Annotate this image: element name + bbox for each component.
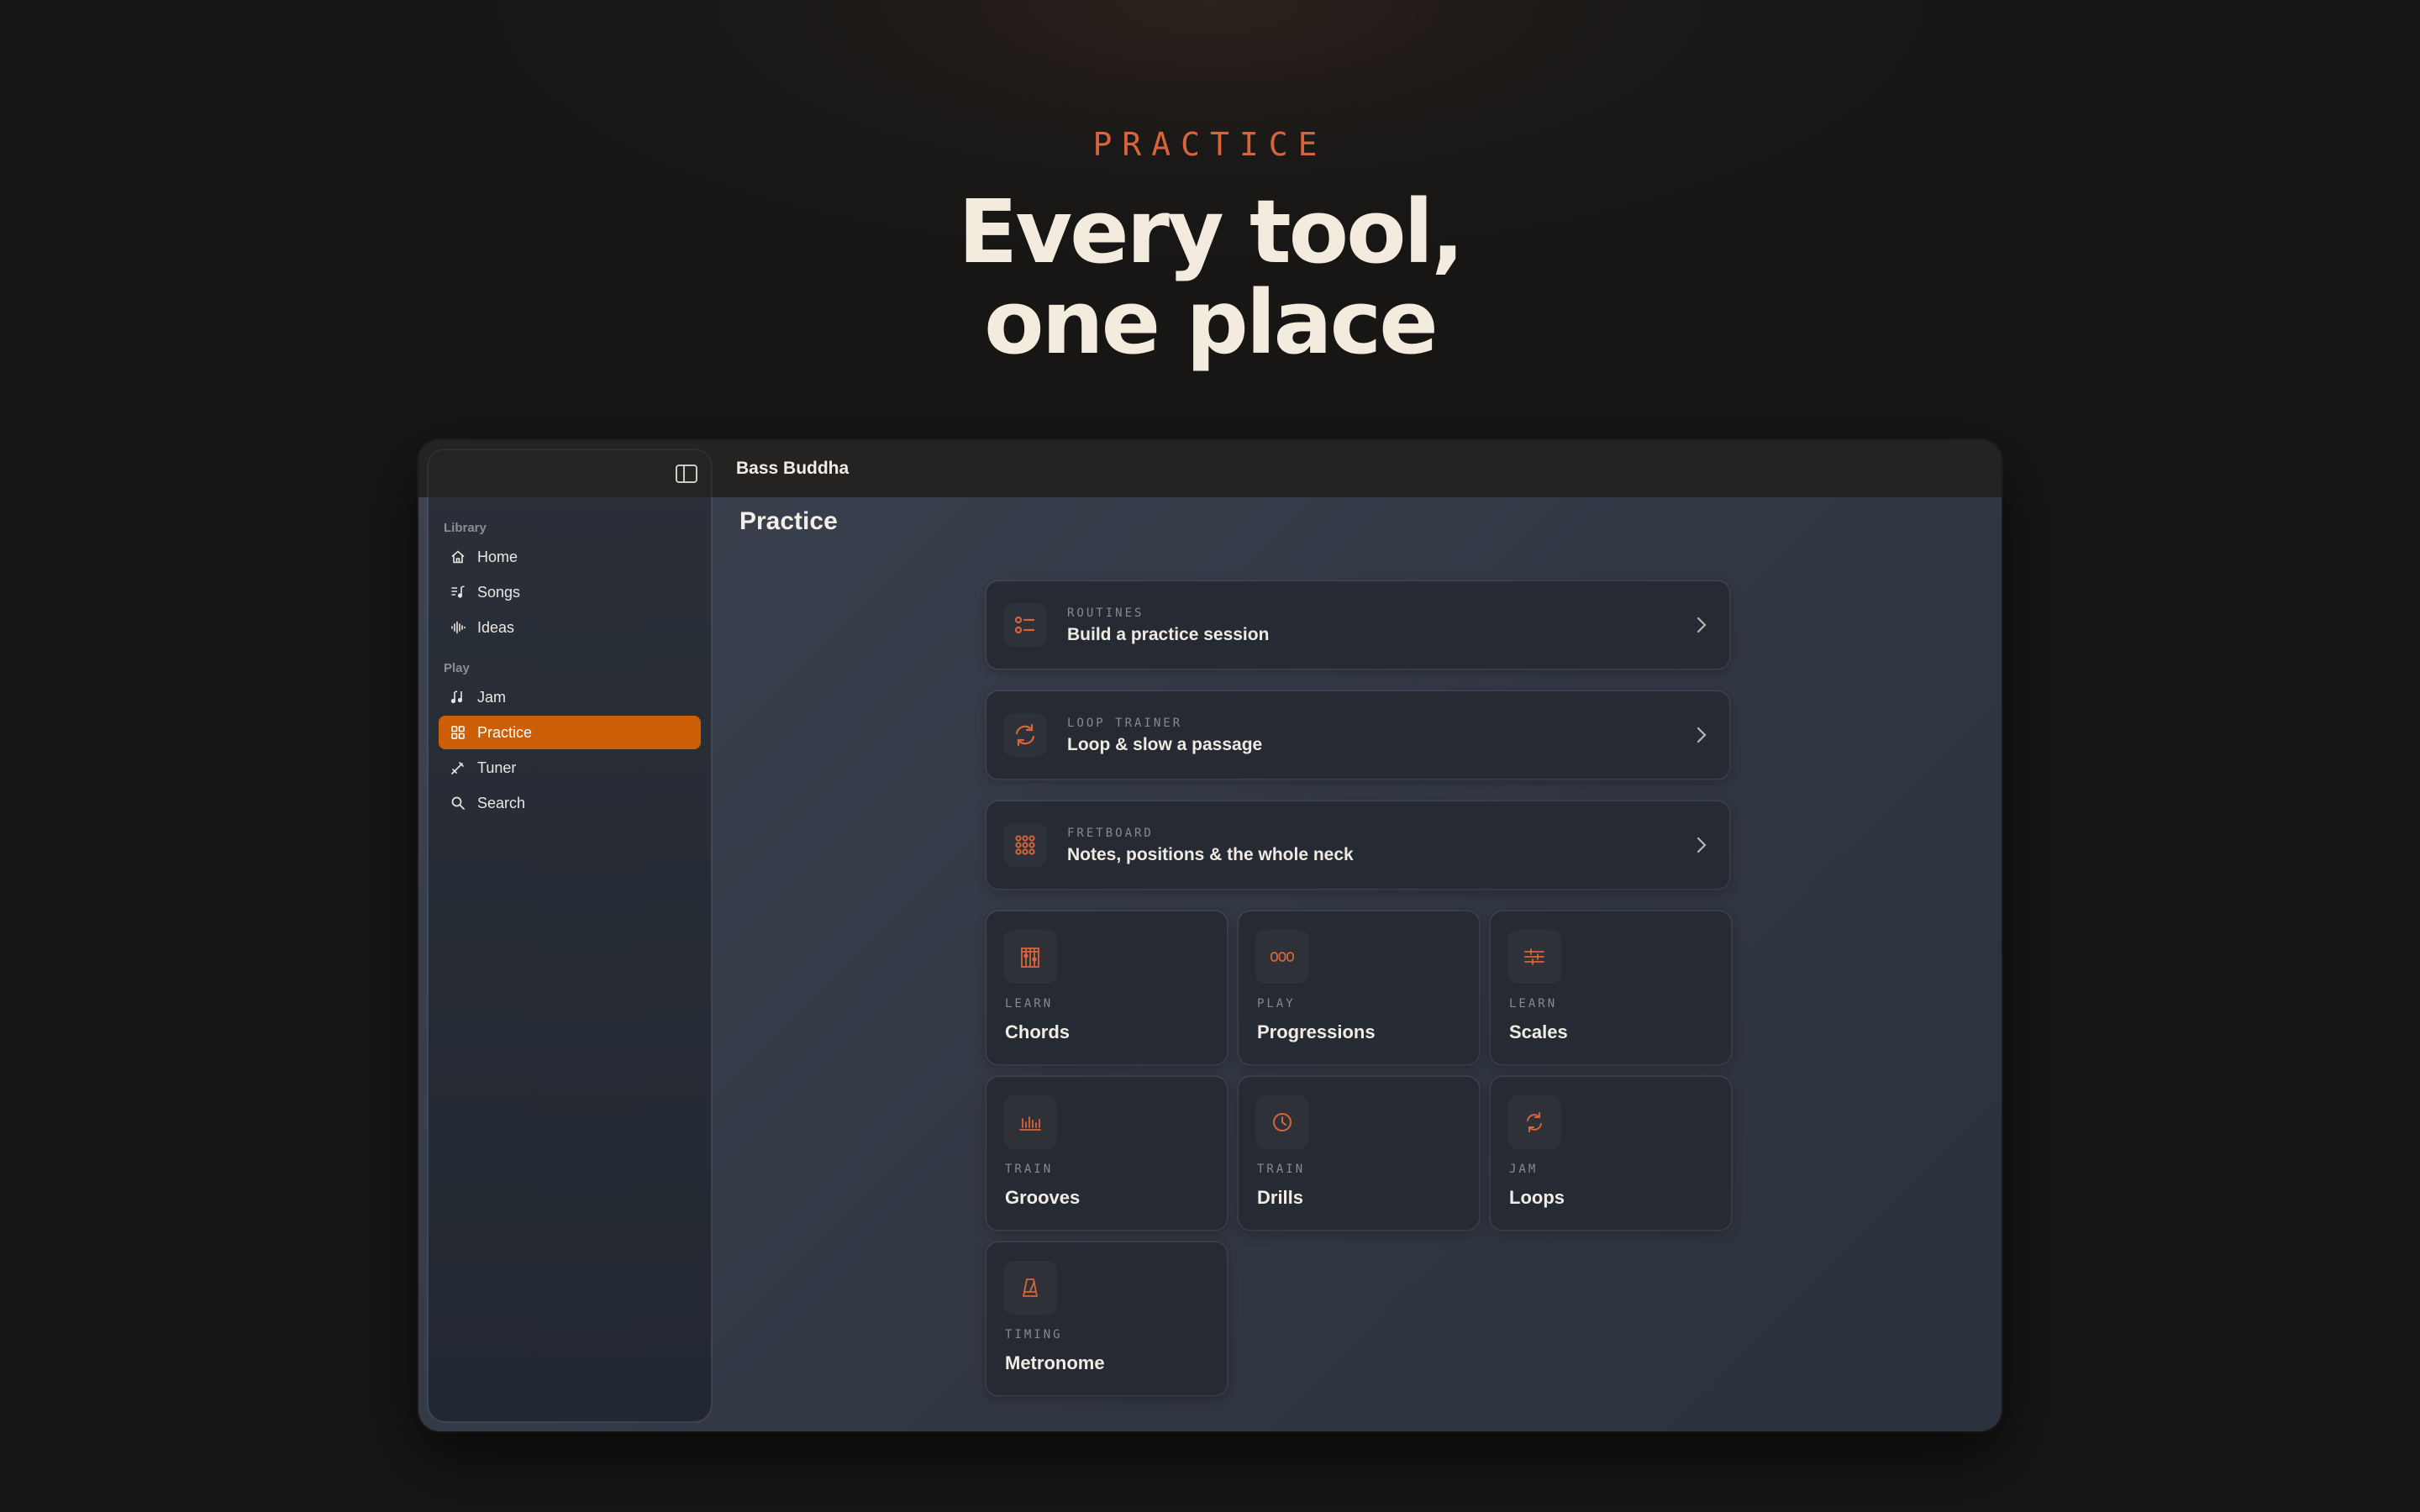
sidebar-item-home[interactable]: Home	[439, 540, 701, 574]
sidebar-item-label: Jam	[477, 688, 507, 706]
tile-chords[interactable]: LEARN Chords	[986, 911, 1227, 1064]
sidebar-header	[429, 450, 711, 497]
fretboard-grid-icon	[1003, 823, 1047, 867]
sidebar-item-search[interactable]: Search	[439, 786, 701, 820]
tile-scales[interactable]: LEARN Scales	[1491, 911, 1731, 1064]
sidebar-item-jam[interactable]: Jam	[439, 680, 701, 714]
sidebar-item-label: Tuner	[477, 759, 517, 776]
card-title: Notes, positions & the whole neck	[1067, 845, 1354, 864]
hero-headline: Every tool, one place	[0, 186, 2420, 368]
songs-icon	[450, 585, 466, 600]
chevron-right-icon	[1692, 723, 1711, 747]
search-icon	[450, 795, 466, 811]
sidebar-item-label: Songs	[477, 583, 521, 601]
hero-headline-line-1: Every tool,	[958, 181, 1464, 283]
tile-drills[interactable]: TRAIN Drills	[1239, 1077, 1479, 1230]
section-label-play: Play	[444, 661, 470, 675]
loop-icon	[1003, 713, 1047, 757]
section-label-library: Library	[444, 521, 487, 535]
clock-icon	[1255, 1095, 1309, 1149]
checklist-icon	[1003, 603, 1047, 647]
sidebar-item-tuner[interactable]: Tuner	[439, 751, 701, 785]
card-title: Build a practice session	[1067, 625, 1270, 644]
app-window: Bass Buddha Library Home Songs Ideas Pla…	[418, 440, 2002, 1431]
card-kicker: ROUTINES	[1067, 606, 1144, 620]
card-kicker: FRETBOARD	[1067, 827, 1154, 840]
tile-title: Drills	[1257, 1187, 1304, 1208]
progression-icon	[1255, 930, 1309, 984]
tile-kicker: PLAY	[1257, 997, 1296, 1011]
hero-eyebrow: PRACTICE	[1092, 126, 1328, 163]
tuner-icon	[450, 760, 466, 775]
tile-title: Chords	[1005, 1021, 1070, 1042]
tile-metronome[interactable]: TIMING Metronome	[986, 1242, 1227, 1395]
chevron-right-icon	[1692, 833, 1711, 857]
sidebar-item-label: Home	[477, 548, 518, 565]
routines-card[interactable]: ROUTINES Build a practice session	[986, 581, 1729, 669]
tile-progressions[interactable]: PLAY Progressions	[1239, 911, 1479, 1064]
sidebar-item-label: Practice	[477, 723, 533, 741]
tile-kicker: TIMING	[1005, 1328, 1063, 1341]
sidebar-item-practice[interactable]: Practice	[439, 716, 701, 749]
tile-kicker: JAM	[1509, 1163, 1539, 1176]
sidebar-toggle-icon[interactable]	[676, 465, 697, 483]
sidebar-item-ideas[interactable]: Ideas	[439, 611, 701, 644]
sidebar-item-label: Ideas	[477, 618, 515, 636]
tile-kicker: LEARN	[1005, 997, 1054, 1011]
fretboard-card[interactable]: FRETBOARD Notes, positions & the whole n…	[986, 801, 1729, 889]
chord-diagram-icon	[1003, 930, 1057, 984]
grid-icon	[450, 725, 466, 740]
tile-kicker: LEARN	[1509, 997, 1558, 1011]
tile-grooves[interactable]: TRAIN Grooves	[986, 1077, 1227, 1230]
card-title: Loop & slow a passage	[1067, 735, 1263, 754]
waveform-icon	[450, 620, 466, 635]
tile-kicker: TRAIN	[1257, 1163, 1306, 1176]
card-kicker: LOOP TRAINER	[1067, 717, 1183, 730]
loops-icon	[1507, 1095, 1561, 1149]
tile-title: Grooves	[1005, 1187, 1081, 1208]
page-title: Practice	[739, 507, 838, 535]
scales-icon	[1507, 930, 1561, 984]
tile-loops[interactable]: JAM Loops	[1491, 1077, 1731, 1230]
tile-title: Loops	[1509, 1187, 1565, 1208]
loop-trainer-card[interactable]: LOOP TRAINER Loop & slow a passage	[986, 691, 1729, 779]
sidebar: Library Home Songs Ideas Play Jam Practi…	[429, 450, 711, 1421]
tile-title: Progressions	[1257, 1021, 1376, 1042]
home-icon	[450, 549, 466, 564]
tile-title: Scales	[1509, 1021, 1568, 1042]
chevron-right-icon	[1692, 613, 1711, 637]
sidebar-item-songs[interactable]: Songs	[439, 575, 701, 609]
tile-title: Metronome	[1005, 1352, 1105, 1373]
metronome-icon	[1003, 1261, 1057, 1315]
jam-icon	[450, 690, 466, 705]
grooves-icon	[1003, 1095, 1057, 1149]
tile-kicker: TRAIN	[1005, 1163, 1054, 1176]
hero-headline-line-2: one place	[984, 271, 1439, 374]
sidebar-item-label: Search	[477, 794, 526, 811]
app-title: Bass Buddha	[736, 459, 850, 478]
